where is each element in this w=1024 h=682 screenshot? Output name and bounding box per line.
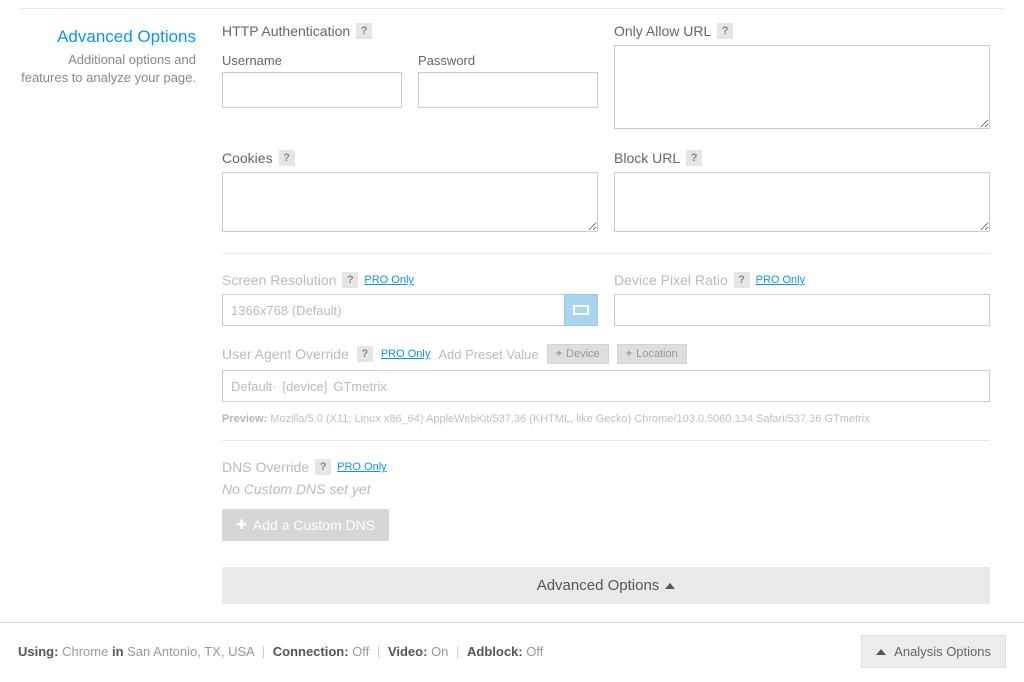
- user-agent-group: User Agent Override ? PRO Only Add Prese…: [222, 344, 990, 426]
- pro-only-link[interactable]: PRO Only: [381, 348, 431, 360]
- device-pixel-ratio-heading: Device Pixel Ratio: [614, 272, 728, 288]
- monitor-icon: [564, 294, 598, 326]
- status-footer: Using: Chrome in San Antonio, TX, USA | …: [0, 623, 1024, 682]
- only-allow-url-heading: Only Allow URL: [614, 23, 711, 39]
- password-input[interactable]: [418, 72, 598, 108]
- help-icon[interactable]: ?: [279, 150, 295, 166]
- password-label: Password: [418, 53, 598, 68]
- status-summary: Using: Chrome in San Antonio, TX, USA | …: [18, 644, 543, 659]
- pro-only-link[interactable]: PRO Only: [337, 461, 387, 473]
- device-pixel-ratio-group: Device Pixel Ratio ? PRO Only: [614, 272, 990, 326]
- left-description-panel: Advanced Options Additional options and …: [0, 17, 210, 604]
- user-agent-preview: Preview: Mozilla/5.0 (X11; Linux x86_64)…: [222, 412, 990, 426]
- add-device-button: Device: [547, 344, 609, 364]
- add-preset-label: Add Preset Value: [438, 347, 538, 362]
- divider: [222, 440, 990, 441]
- section-title: Advanced Options: [20, 27, 196, 47]
- add-custom-dns-button: Add a Custom DNS: [222, 509, 389, 541]
- block-url-heading: Block URL: [614, 150, 680, 166]
- screen-resolution-heading: Screen Resolution: [222, 272, 336, 288]
- cookies-textarea[interactable]: [222, 172, 598, 232]
- help-icon[interactable]: ?: [734, 272, 750, 288]
- help-icon[interactable]: ?: [686, 150, 702, 166]
- screen-resolution-group: Screen Resolution ? PRO Only 1366x768 (D…: [222, 272, 598, 326]
- username-input[interactable]: [222, 72, 402, 108]
- http-auth-heading: HTTP Authentication: [222, 23, 350, 39]
- divider: [222, 253, 990, 254]
- only-allow-url-textarea[interactable]: [614, 45, 990, 129]
- username-label: Username: [222, 53, 402, 68]
- advanced-options-toggle[interactable]: Advanced Options: [222, 567, 990, 604]
- http-authentication-group: HTTP Authentication ? Username Password: [222, 23, 598, 132]
- screen-resolution-input: 1366x768 (Default): [222, 294, 598, 326]
- help-icon[interactable]: ?: [356, 23, 372, 39]
- user-agent-heading: User Agent Override: [222, 346, 349, 362]
- help-icon[interactable]: ?: [357, 346, 373, 362]
- dns-override-group: DNS Override ? PRO Only No Custom DNS se…: [222, 459, 990, 541]
- analysis-options-button[interactable]: Analysis Options: [861, 635, 1006, 668]
- cookies-group: Cookies ?: [222, 150, 598, 235]
- block-url-textarea[interactable]: [614, 172, 990, 232]
- chevron-up-icon: [665, 583, 675, 589]
- dns-empty-text: No Custom DNS set yet: [222, 481, 990, 497]
- top-divider: [20, 8, 1004, 9]
- only-allow-url-group: Only Allow URL ?: [614, 23, 990, 132]
- help-icon[interactable]: ?: [315, 459, 331, 475]
- block-url-group: Block URL ?: [614, 150, 990, 235]
- options-form: HTTP Authentication ? Username Password: [210, 17, 1024, 604]
- device-pixel-ratio-input: [614, 294, 990, 326]
- help-icon[interactable]: ?: [342, 272, 358, 288]
- section-subtitle: Additional options and features to analy…: [20, 51, 196, 86]
- dns-override-heading: DNS Override: [222, 459, 309, 475]
- add-location-button: Location: [617, 344, 687, 364]
- chevron-up-icon: [876, 649, 886, 655]
- user-agent-input: Default· [device] GTmetrix: [222, 370, 990, 402]
- pro-only-link[interactable]: PRO Only: [756, 274, 806, 286]
- help-icon[interactable]: ?: [717, 23, 733, 39]
- pro-only-link[interactable]: PRO Only: [364, 274, 414, 286]
- cookies-heading: Cookies: [222, 150, 273, 166]
